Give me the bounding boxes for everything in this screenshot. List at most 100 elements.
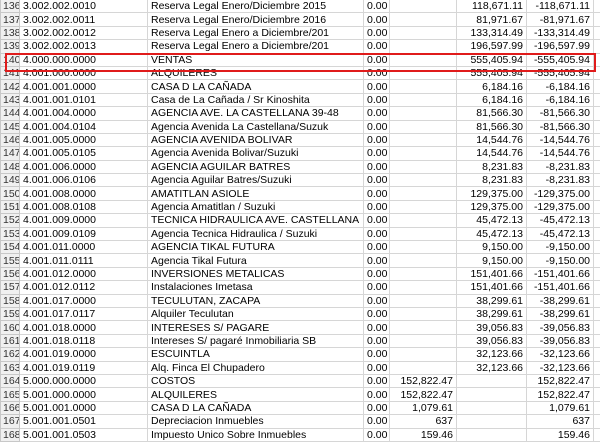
description-cell[interactable]: Agencia Aguilar Batres/Suzuki	[148, 174, 364, 187]
credit-cell[interactable]	[457, 401, 527, 414]
debit-cell[interactable]: 159.46	[390, 428, 457, 441]
debit-cell[interactable]	[390, 348, 457, 361]
row-number[interactable]: 163	[1, 361, 20, 374]
account-code-cell[interactable]: 4.001.004.0000	[20, 107, 148, 120]
column-d-cell[interactable]: 0.00	[364, 254, 390, 267]
empty-cell[interactable]	[594, 147, 600, 160]
column-d-cell[interactable]: 0.00	[364, 334, 390, 347]
account-code-cell[interactable]: 5.001.001.0000	[20, 401, 148, 414]
balance-cell[interactable]: -133,314.49	[527, 26, 594, 39]
empty-cell[interactable]	[594, 200, 600, 213]
balance-cell[interactable]: -14,544.76	[527, 133, 594, 146]
credit-cell[interactable]: 81,566.30	[457, 107, 527, 120]
empty-cell[interactable]	[594, 361, 600, 374]
credit-cell[interactable]: 6,184.16	[457, 80, 527, 93]
empty-cell[interactable]	[594, 321, 600, 334]
balance-cell[interactable]: -81,971.67	[527, 13, 594, 26]
empty-cell[interactable]	[594, 53, 600, 66]
row-number[interactable]: 153	[1, 227, 20, 240]
debit-cell[interactable]	[390, 120, 457, 133]
debit-cell[interactable]	[390, 200, 457, 213]
credit-cell[interactable]: 32,123.66	[457, 348, 527, 361]
empty-cell[interactable]	[594, 13, 600, 26]
column-d-cell[interactable]: 0.00	[364, 241, 390, 254]
credit-cell[interactable]: 555,405.94	[457, 53, 527, 66]
balance-cell[interactable]: -38,299.61	[527, 307, 594, 320]
row-number[interactable]: 157	[1, 281, 20, 294]
empty-cell[interactable]	[594, 348, 600, 361]
account-code-cell[interactable]: 4.001.012.0000	[20, 267, 148, 280]
balance-cell[interactable]: -151,401.66	[527, 281, 594, 294]
account-code-cell[interactable]: 4.001.018.0118	[20, 334, 148, 347]
balance-cell[interactable]: -129,375.00	[527, 200, 594, 213]
account-code-cell[interactable]: 4.001.000.0000	[20, 66, 148, 79]
row-number[interactable]: 156	[1, 267, 20, 280]
column-d-cell[interactable]: 0.00	[364, 40, 390, 53]
balance-cell[interactable]: -6,184.16	[527, 93, 594, 106]
row-number[interactable]: 138	[1, 26, 20, 39]
debit-cell[interactable]	[390, 214, 457, 227]
balance-cell[interactable]: -6,184.16	[527, 80, 594, 93]
credit-cell[interactable]: 81,566.30	[457, 120, 527, 133]
empty-cell[interactable]	[594, 307, 600, 320]
balance-cell[interactable]: -196,597.99	[527, 40, 594, 53]
account-code-cell[interactable]: 4.001.005.0000	[20, 133, 148, 146]
debit-cell[interactable]	[390, 254, 457, 267]
debit-cell[interactable]	[390, 53, 457, 66]
row-number[interactable]: 159	[1, 307, 20, 320]
credit-cell[interactable]: 196,597.99	[457, 40, 527, 53]
description-cell[interactable]: INTERESES S/ PAGARE	[148, 321, 364, 334]
empty-cell[interactable]	[594, 388, 600, 401]
credit-cell[interactable]: 6,184.16	[457, 93, 527, 106]
column-d-cell[interactable]: 0.00	[364, 267, 390, 280]
description-cell[interactable]: CASA D LA CAÑADA	[148, 80, 364, 93]
description-cell[interactable]: AGENCIA AVENIDA BOLIVAR	[148, 133, 364, 146]
description-cell[interactable]: AGENCIA AVE. LA CASTELLANA 39-48	[148, 107, 364, 120]
balance-cell[interactable]: -8,231.83	[527, 160, 594, 173]
column-d-cell[interactable]: 0.00	[364, 174, 390, 187]
credit-cell[interactable]: 14,544.76	[457, 133, 527, 146]
column-d-cell[interactable]: 0.00	[364, 374, 390, 387]
row-number[interactable]: 161	[1, 334, 20, 347]
balance-cell[interactable]: -555,405.94	[527, 66, 594, 79]
description-cell[interactable]: Intereses S/ pagaré Inmobiliaria SB	[148, 334, 364, 347]
description-cell[interactable]: Impuesto Unico Sobre Inmuebles	[148, 428, 364, 441]
empty-cell[interactable]	[594, 334, 600, 347]
column-d-cell[interactable]: 0.00	[364, 187, 390, 200]
balance-cell[interactable]: -45,472.13	[527, 227, 594, 240]
row-number[interactable]: 139	[1, 40, 20, 53]
debit-cell[interactable]	[390, 361, 457, 374]
balance-cell[interactable]: -14,544.76	[527, 147, 594, 160]
column-d-cell[interactable]: 0.00	[364, 160, 390, 173]
row-number[interactable]: 149	[1, 174, 20, 187]
description-cell[interactable]: TECULUTAN, ZACAPA	[148, 294, 364, 307]
empty-cell[interactable]	[594, 254, 600, 267]
description-cell[interactable]: Agencia Avenida La Castellana/Suzuk	[148, 120, 364, 133]
description-cell[interactable]: TECNICA HIDRAULICA AVE. CASTELLANA	[148, 214, 364, 227]
debit-cell[interactable]	[390, 0, 457, 13]
column-d-cell[interactable]: 0.00	[364, 428, 390, 441]
empty-cell[interactable]	[594, 66, 600, 79]
balance-cell[interactable]: -38,299.61	[527, 294, 594, 307]
row-number[interactable]: 148	[1, 160, 20, 173]
row-number[interactable]: 155	[1, 254, 20, 267]
row-number[interactable]: 150	[1, 187, 20, 200]
account-code-cell[interactable]: 4.001.019.0000	[20, 348, 148, 361]
debit-cell[interactable]	[390, 187, 457, 200]
description-cell[interactable]: Instalaciones Imetasa	[148, 281, 364, 294]
balance-cell[interactable]: -39,056.83	[527, 334, 594, 347]
account-code-cell[interactable]: 4.001.018.0000	[20, 321, 148, 334]
column-d-cell[interactable]: 0.00	[364, 53, 390, 66]
credit-cell[interactable]: 38,299.61	[457, 294, 527, 307]
column-d-cell[interactable]: 0.00	[364, 348, 390, 361]
credit-cell[interactable]: 38,299.61	[457, 307, 527, 320]
balance-cell[interactable]: -8,231.83	[527, 174, 594, 187]
balance-cell[interactable]: 159.46	[527, 428, 594, 441]
balance-cell[interactable]: -9,150.00	[527, 254, 594, 267]
credit-cell[interactable]	[457, 388, 527, 401]
empty-cell[interactable]	[594, 107, 600, 120]
empty-cell[interactable]	[594, 294, 600, 307]
credit-cell[interactable]: 39,056.83	[457, 334, 527, 347]
empty-cell[interactable]	[594, 281, 600, 294]
row-number[interactable]: 145	[1, 120, 20, 133]
